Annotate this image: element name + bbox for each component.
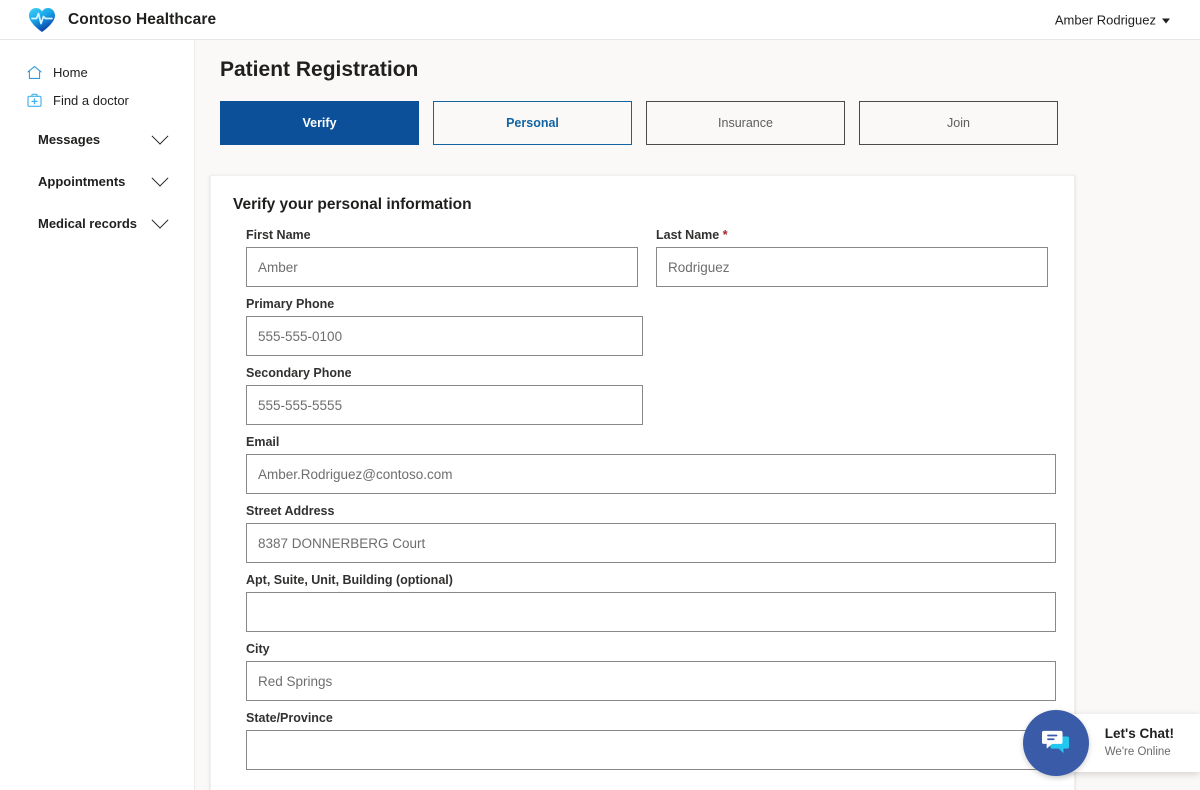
page-title: Patient Registration	[220, 58, 419, 81]
chevron-down-icon	[1162, 18, 1170, 23]
sidebar-group-appointments-label: Appointments	[38, 173, 126, 189]
street-address-input[interactable]	[246, 523, 1056, 563]
verify-information-form: First Name Last Name * Primary Phone Sec…	[211, 214, 1074, 770]
field-primary-phone-label: Primary Phone	[246, 297, 335, 311]
field-street-address-label: Street Address	[246, 504, 335, 518]
sidebar-group-messages[interactable]: Messages	[0, 122, 194, 156]
field-email: Email	[246, 435, 1056, 494]
field-state-province: State/Province	[246, 711, 1056, 770]
field-state-province-label: State/Province	[246, 711, 333, 725]
first-name-input[interactable]	[246, 247, 638, 287]
sidebar-group-messages-label: Messages	[38, 131, 101, 147]
field-city: City	[246, 642, 1056, 701]
card-title: Verify your personal information	[233, 196, 472, 213]
brand-name: Contoso Healthcare	[68, 10, 217, 28]
field-email-label: Email	[246, 435, 280, 449]
field-first-name-label: First Name	[246, 228, 311, 242]
secondary-phone-input[interactable]	[246, 385, 643, 425]
field-apt-suite-unit-building-label: Apt, Suite, Unit, Building (optional)	[246, 573, 453, 587]
step-tab-personal-label: Personal	[506, 116, 559, 130]
sidebar-group-medical-records-label: Medical records	[38, 215, 137, 231]
brand[interactable]: Contoso Healthcare	[28, 7, 216, 33]
field-last-name: Last Name *	[656, 228, 1048, 287]
chevron-down-icon	[151, 211, 169, 229]
field-primary-phone: Primary Phone	[246, 297, 1048, 356]
chat-bubbles-icon[interactable]	[1022, 710, 1089, 776]
step-tab-join[interactable]: Join	[859, 101, 1058, 145]
sidebar-item-find-a-doctor[interactable]: Find a doctor	[0, 86, 194, 114]
chevron-down-icon	[151, 169, 169, 187]
step-tab-verify[interactable]: Verify	[220, 101, 419, 145]
top-header-bar: Contoso Healthcare Amber Rodriguez	[0, 0, 1200, 40]
step-tab-personal[interactable]: Personal	[433, 101, 632, 145]
registration-step-tabs: Verify Personal Insurance Join	[205, 101, 1200, 145]
account-menu[interactable]: Amber Rodriguez	[1055, 12, 1170, 27]
sidebar-group-appointments[interactable]: Appointments	[0, 164, 194, 198]
sidebar-item-find-a-doctor-label: Find a doctor	[53, 92, 129, 108]
field-first-name: First Name	[246, 228, 638, 287]
field-street-address: Street Address	[246, 504, 1056, 563]
step-tab-join-label: Join	[947, 116, 970, 130]
field-last-name-label: Last Name *	[656, 228, 1048, 242]
field-last-name-text: Last Name	[656, 228, 720, 242]
email-input[interactable]	[246, 454, 1056, 494]
field-city-label: City	[246, 642, 270, 656]
account-name: Amber Rodriguez	[1054, 12, 1156, 27]
field-apt-suite-unit-building: Apt, Suite, Unit, Building (optional)	[246, 573, 1056, 632]
chat-widget[interactable]: Let's Chat! We're Online	[1022, 710, 1200, 776]
step-tab-verify-label: Verify	[302, 116, 337, 130]
home-icon	[26, 64, 43, 81]
sidebar-item-home[interactable]: Home	[0, 58, 194, 86]
city-input[interactable]	[246, 661, 1056, 701]
apt-suite-unit-building-input[interactable]	[246, 592, 1056, 632]
required-marker: *	[722, 228, 728, 242]
field-secondary-phone: Secondary Phone	[246, 366, 1048, 425]
sidebar: Home Find a doctor Messages Appointments…	[0, 40, 195, 790]
last-name-input[interactable]	[656, 247, 1048, 287]
sidebar-item-home-label: Home	[53, 64, 88, 80]
primary-phone-input[interactable]	[246, 316, 643, 356]
medical-bag-icon	[26, 92, 43, 109]
verify-information-card: Verify your personal information First N…	[210, 175, 1075, 790]
step-tab-insurance-label: Insurance	[718, 116, 773, 130]
chat-widget-text: Let's Chat! We're Online	[1105, 726, 1174, 759]
step-tab-insurance[interactable]: Insurance	[646, 101, 845, 145]
main-content: Patient Registration Verify Personal Ins…	[195, 40, 1200, 790]
chat-widget-subtitle: We're Online	[1104, 746, 1171, 759]
chat-widget-title: Let's Chat!	[1104, 726, 1174, 742]
field-secondary-phone-label: Secondary Phone	[246, 366, 352, 380]
state-province-input[interactable]	[246, 730, 1056, 770]
heart-pulse-icon	[28, 7, 56, 33]
sidebar-group-medical-records[interactable]: Medical records	[0, 206, 194, 240]
chevron-down-icon	[151, 127, 169, 145]
